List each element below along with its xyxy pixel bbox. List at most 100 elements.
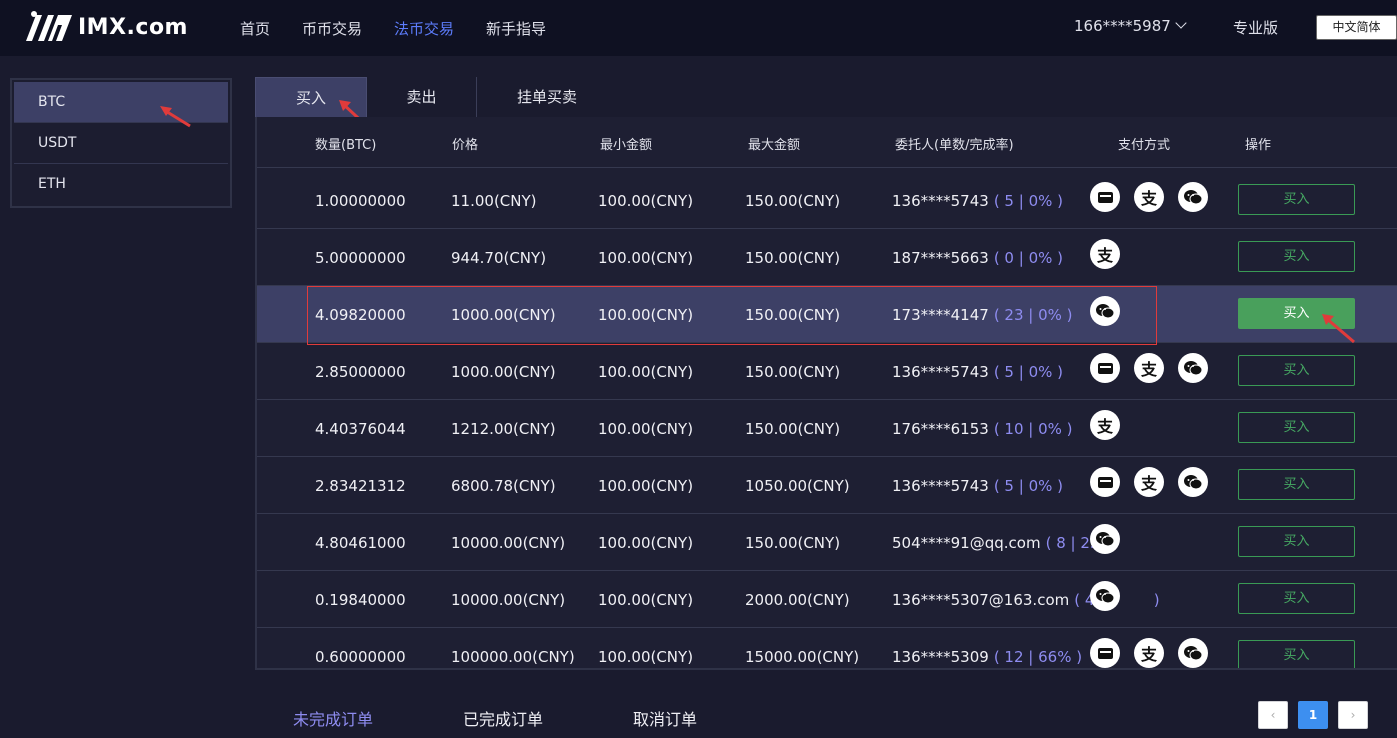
tab-sell[interactable]: 卖出 — [367, 77, 477, 117]
table-row: 0.60000000 100000.00(CNY) 100.00(CNY) 15000… — [257, 628, 1397, 668]
cell-qty: 2.83421312 — [315, 477, 406, 495]
tab-cancelled-orders[interactable]: 取消订单 — [633, 706, 697, 730]
wechat-icon — [1090, 296, 1120, 326]
table-row: 1.00000000 11.00(CNY) 100.00(CNY) 150.00(CN… — [257, 172, 1397, 229]
tab-open-orders[interactable]: 未完成订单 — [293, 706, 373, 730]
trader-stats: ( 0 | 0% ) — [993, 249, 1063, 267]
cell-trader: 504****91@qq.com( 8 | 25% — [892, 534, 1114, 552]
table-row: 4.80461000 10000.00(CNY) 100.00(CNY) 150.00… — [257, 514, 1397, 571]
card-icon — [1090, 182, 1120, 212]
payment-methods: 支 — [1090, 410, 1134, 440]
cell-price: 1000.00(CNY) — [451, 363, 556, 381]
cell-price: 6800.78(CNY) — [451, 477, 556, 495]
cell-qty: 4.09820000 — [315, 306, 406, 324]
table-row: 5.00000000 944.70(CNY) 100.00(CNY) 150.00(C… — [257, 229, 1397, 286]
table-row: 4.40376044 1212.00(CNY) 100.00(CNY) 150.00(… — [257, 400, 1397, 457]
trader-stats: ( 23 | 0% ) — [993, 306, 1073, 324]
cell-max: 150.00(CNY) — [745, 192, 841, 210]
nav-coin-trading[interactable]: 币币交易 — [302, 18, 362, 39]
alipay-icon: 支 — [1134, 467, 1164, 497]
trader-name: 173****4147 — [892, 306, 989, 324]
cell-max: 1050.00(CNY) — [745, 477, 850, 495]
cell-trader: 136****5743( 5 | 0% ) — [892, 192, 1063, 210]
order-status-tabs: 未完成订单 已完成订单 取消订单 — [293, 706, 697, 730]
wechat-icon — [1178, 182, 1208, 212]
payment-methods — [1090, 524, 1134, 554]
user-phone: 166****5987 — [1074, 17, 1171, 35]
wechat-icon — [1090, 581, 1120, 611]
col-trader: 委托人(单数/完成率) — [895, 138, 1014, 153]
buy-button[interactable]: 买入 — [1238, 583, 1355, 614]
trader-stats: ( 10 | 0% ) — [993, 420, 1073, 438]
alipay-icon: 支 — [1134, 353, 1164, 383]
payment-methods: 支 — [1090, 353, 1222, 383]
cell-qty: 1.00000000 — [315, 192, 406, 210]
user-menu[interactable]: 166****5987 — [1074, 17, 1187, 35]
cell-trader: 136****5309( 12 | 66% ) — [892, 648, 1082, 666]
chevron-down-icon — [1175, 17, 1187, 29]
cell-min: 100.00(CNY) — [598, 363, 694, 381]
pagination: ‹ 1 › — [1258, 701, 1378, 729]
logo-mark-icon — [24, 11, 74, 43]
card-icon — [1090, 353, 1120, 383]
cell-qty: 0.19840000 — [315, 591, 406, 609]
cell-max: 15000.00(CNY) — [745, 648, 860, 666]
main-nav: 首页 币币交易 法币交易 新手指导 — [224, 0, 562, 56]
nav-home[interactable]: 首页 — [240, 18, 270, 39]
tab-completed-orders[interactable]: 已完成订单 — [463, 706, 543, 730]
wechat-icon — [1178, 467, 1208, 497]
top-header: IMX.com 首页 币币交易 法币交易 新手指导 166****5987 专业… — [0, 0, 1397, 56]
buy-button[interactable]: 买入 — [1238, 412, 1355, 443]
trader-stats: ( 12 | 66% ) — [993, 648, 1083, 666]
payment-methods: 支 — [1090, 467, 1222, 497]
alipay-icon: 支 — [1134, 638, 1164, 668]
cell-price: 10000.00(CNY) — [451, 534, 566, 552]
cell-price: 10000.00(CNY) — [451, 591, 566, 609]
alipay-icon: 支 — [1090, 410, 1120, 440]
nav-beginner-guide[interactable]: 新手指导 — [486, 18, 546, 39]
col-quantity: 数量(BTC) — [315, 138, 377, 153]
trader-name: 136****5309 — [892, 648, 989, 666]
buy-button[interactable]: 买入 — [1238, 355, 1355, 386]
cell-trader: 136****5743( 5 | 0% ) — [892, 363, 1063, 381]
trader-name: 136****5743 — [892, 363, 989, 381]
trader-name: 136****5307@163.com — [892, 591, 1070, 609]
cell-max: 2000.00(CNY) — [745, 591, 850, 609]
col-payment: 支付方式 — [1118, 138, 1171, 153]
buy-button[interactable]: 买入 — [1238, 184, 1355, 215]
cell-min: 100.00(CNY) — [598, 534, 694, 552]
trader-name: 176****6153 — [892, 420, 989, 438]
cell-min: 100.00(CNY) — [598, 249, 694, 267]
cell-qty: 2.85000000 — [315, 363, 406, 381]
cell-trader: 173****4147( 23 | 0% ) — [892, 306, 1073, 324]
page-1-button[interactable]: 1 — [1298, 701, 1328, 729]
payment-methods — [1090, 581, 1134, 611]
cell-min: 100.00(CNY) — [598, 648, 694, 666]
wechat-icon — [1090, 524, 1120, 554]
pro-version-link[interactable]: 专业版 — [1233, 17, 1278, 38]
col-action: 操作 — [1245, 138, 1272, 153]
coin-item-btc[interactable]: BTC — [14, 82, 228, 123]
cell-min: 100.00(CNY) — [598, 477, 694, 495]
next-page-button[interactable]: › — [1338, 701, 1368, 729]
trader-stats: ( 5 | 0% ) — [993, 192, 1063, 210]
language-select[interactable]: 中文简体 — [1316, 15, 1397, 40]
buy-button[interactable]: 买入 — [1238, 640, 1355, 668]
cell-qty: 5.00000000 — [315, 249, 406, 267]
tab-post-order[interactable]: 挂单买卖 — [477, 77, 617, 117]
cell-max: 150.00(CNY) — [745, 306, 841, 324]
logo-text: IMX.com — [78, 14, 188, 40]
prev-page-button[interactable]: ‹ — [1258, 701, 1288, 729]
coin-item-eth[interactable]: ETH — [14, 164, 228, 205]
buy-button[interactable]: 买入 — [1238, 469, 1355, 500]
coin-item-usdt[interactable]: USDT — [14, 123, 228, 164]
trader-name: 187****5663 — [892, 249, 989, 267]
buy-button[interactable]: 买入 — [1238, 241, 1355, 272]
logo[interactable]: IMX.com — [24, 10, 188, 44]
nav-fiat-trading[interactable]: 法币交易 — [394, 18, 454, 39]
cell-price: 1212.00(CNY) — [451, 420, 556, 438]
buy-button[interactable]: 买入 — [1238, 526, 1355, 557]
payment-methods: 支 — [1090, 638, 1222, 668]
payment-methods: 支 — [1090, 239, 1134, 269]
wechat-icon — [1178, 353, 1208, 383]
